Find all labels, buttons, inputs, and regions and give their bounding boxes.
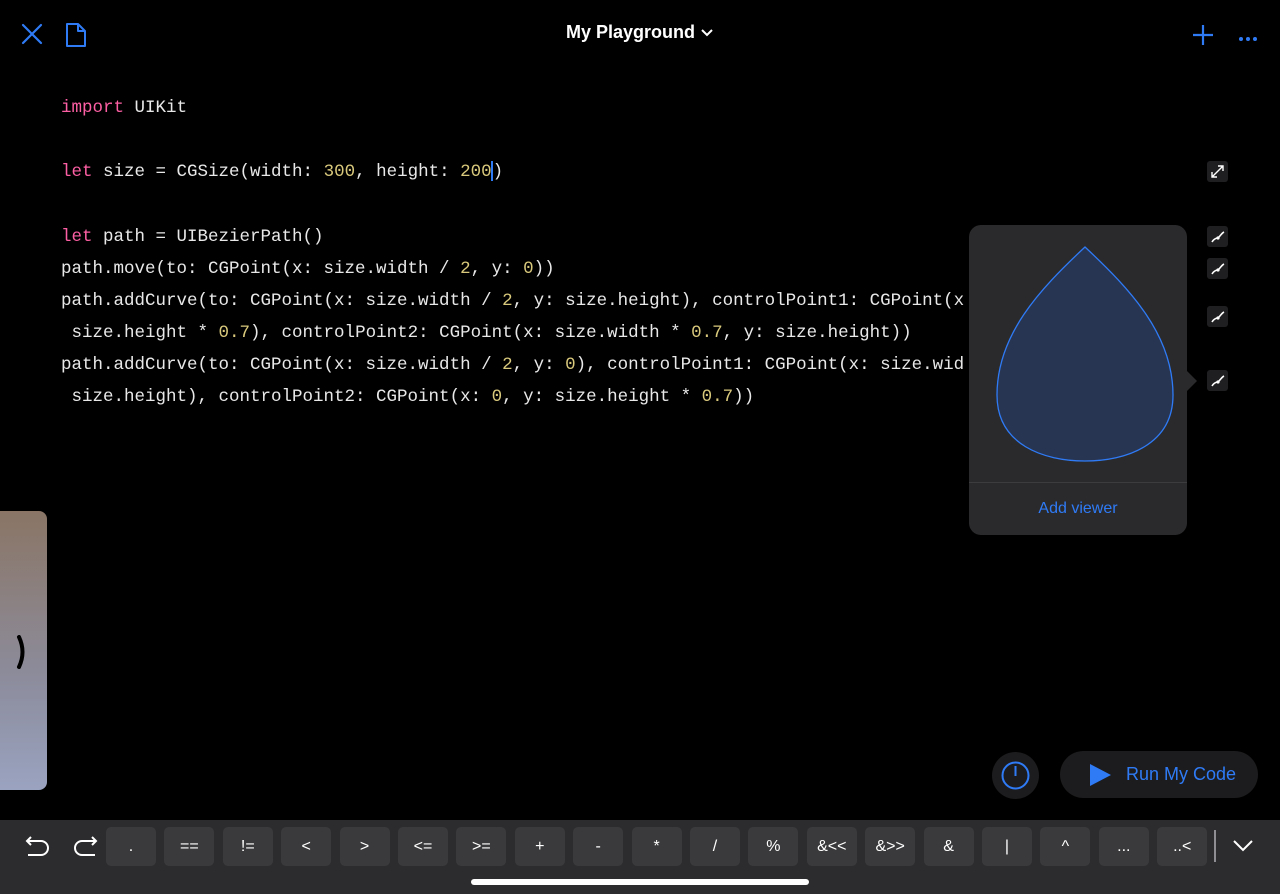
code-token: 300 (323, 162, 356, 182)
code-line[interactable]: path.addCurve(to: CGPoint(x: size.width … (61, 290, 964, 312)
undo-button[interactable] (25, 835, 51, 864)
key-button[interactable]: <= (398, 827, 448, 866)
code-token: let (61, 227, 93, 247)
code-line[interactable]: path.addCurve(to: CGPoint(x: size.width … (61, 354, 964, 376)
code-token: UIKit (124, 98, 188, 118)
code-token: 0 (523, 259, 534, 279)
quick-look-button[interactable] (1207, 258, 1228, 279)
expand-icon (1211, 165, 1224, 178)
divider (969, 482, 1187, 483)
ellipsis-icon (1239, 37, 1257, 41)
code-token: let (61, 162, 93, 182)
code-token: ) (492, 162, 504, 182)
result-viewer-popover: Add viewer (969, 225, 1197, 535)
code-token: size = CGSize(width: (92, 162, 324, 182)
curve-icon (1210, 230, 1224, 242)
code-line[interactable]: let size = CGSize(width: 300, height: 20… (61, 161, 503, 183)
code-token: size.height), controlPoint2: CGPoint(x: (61, 387, 492, 407)
home-indicator (471, 879, 809, 885)
key-button[interactable]: - (573, 827, 624, 866)
code-token: path.addCurve(to: CGPoint(x: size.width … (61, 291, 503, 311)
key-button[interactable]: == (164, 827, 215, 866)
code-token: , y: size.height * (502, 387, 702, 407)
code-token: , y: (512, 355, 566, 375)
quick-look-button[interactable] (1207, 306, 1228, 327)
code-token: 0 (565, 355, 576, 375)
run-label: Run My Code (1126, 764, 1237, 784)
add-viewer-button[interactable]: Add viewer (969, 500, 1187, 518)
bezier-path-preview (996, 246, 1174, 462)
code-token: path.move(to: CGPoint(x: size.width / (61, 259, 461, 279)
key-button[interactable]: ^ (1040, 827, 1091, 866)
add-button[interactable] (1192, 24, 1214, 51)
code-token: 2 (502, 355, 513, 375)
redo-icon (74, 836, 98, 856)
page-title: My Playground (565, 22, 695, 42)
code-token: 0 (491, 387, 503, 407)
key-button[interactable]: / (690, 827, 740, 866)
plus-icon (1193, 25, 1213, 45)
quick-look-button[interactable] (1207, 226, 1228, 247)
key-button[interactable]: + (514, 827, 565, 866)
key-button[interactable]: * (631, 827, 682, 866)
key-button[interactable]: & (923, 827, 974, 866)
code-token: , height: (355, 162, 461, 182)
curve-icon (1210, 310, 1224, 322)
curve-icon (1210, 262, 1224, 274)
code-token: 0.7 (691, 323, 723, 343)
key-button[interactable]: % (748, 827, 799, 866)
code-line[interactable]: size.height * 0.7), controlPoint2: CGPoi… (61, 322, 912, 344)
quick-look-button[interactable] (1207, 370, 1228, 391)
code-token: import (61, 98, 125, 118)
curve-icon (1210, 374, 1224, 386)
sidebar-handle[interactable] (0, 511, 47, 790)
code-token: )) (533, 259, 555, 279)
chevron-down-icon (701, 29, 713, 37)
key-button[interactable]: ..< (1157, 827, 1208, 866)
chevron-down-icon (1233, 840, 1253, 852)
playground-title-menu[interactable]: My Playground (0, 22, 1280, 43)
chevron-right-icon (17, 635, 25, 669)
expand-result-button[interactable] (1207, 161, 1228, 182)
code-token: path.addCurve(to: CGPoint(x: size.width … (61, 355, 503, 375)
undo-icon (25, 836, 49, 856)
play-icon (1090, 763, 1111, 786)
code-token: ), controlPoint2: CGPoint(x: size.width … (250, 323, 692, 343)
code-token: 0.7 (218, 323, 251, 343)
code-token: 0.7 (701, 387, 734, 407)
code-token: size.height * (61, 323, 219, 343)
code-token: path = UIBezierPath() (92, 227, 324, 247)
code-token: 2 (502, 291, 513, 311)
scroll-indicator (1214, 830, 1216, 862)
speed-button[interactable] (992, 752, 1039, 799)
code-line[interactable]: path.move(to: CGPoint(x: size.width / 2,… (61, 258, 555, 280)
key-button[interactable]: > (339, 827, 390, 866)
code-token: 2 (460, 259, 471, 279)
key-button[interactable]: != (222, 827, 273, 866)
code-token: , y: (470, 259, 524, 279)
key-button[interactable]: >= (456, 827, 507, 866)
code-line[interactable]: let path = UIBezierPath() (61, 226, 324, 248)
key-button[interactable]: . (106, 827, 156, 866)
code-line[interactable]: size.height), controlPoint2: CGPoint(x: … (61, 386, 755, 408)
dismiss-keyboard-button[interactable] (1232, 838, 1254, 859)
code-token: )) (733, 387, 755, 407)
key-button[interactable]: &>> (865, 827, 916, 866)
code-line[interactable]: import UIKit (61, 97, 187, 119)
key-button[interactable]: | (982, 827, 1032, 866)
code-token: ), controlPoint1: CGPoint(x: size.wid (575, 355, 965, 375)
key-button[interactable]: ... (1098, 827, 1149, 866)
run-my-code-button[interactable]: Run My Code (1060, 751, 1258, 798)
code-token: , y: size.height), controlPoint1: CGPoin… (512, 291, 965, 311)
code-token: , y: size.height)) (722, 323, 912, 343)
redo-button[interactable] (72, 835, 98, 864)
code-token: 200 (460, 162, 492, 182)
more-button[interactable] (1238, 30, 1258, 48)
gauge-icon (1001, 761, 1030, 790)
key-button[interactable]: < (281, 827, 332, 866)
key-button[interactable]: &<< (806, 827, 857, 866)
